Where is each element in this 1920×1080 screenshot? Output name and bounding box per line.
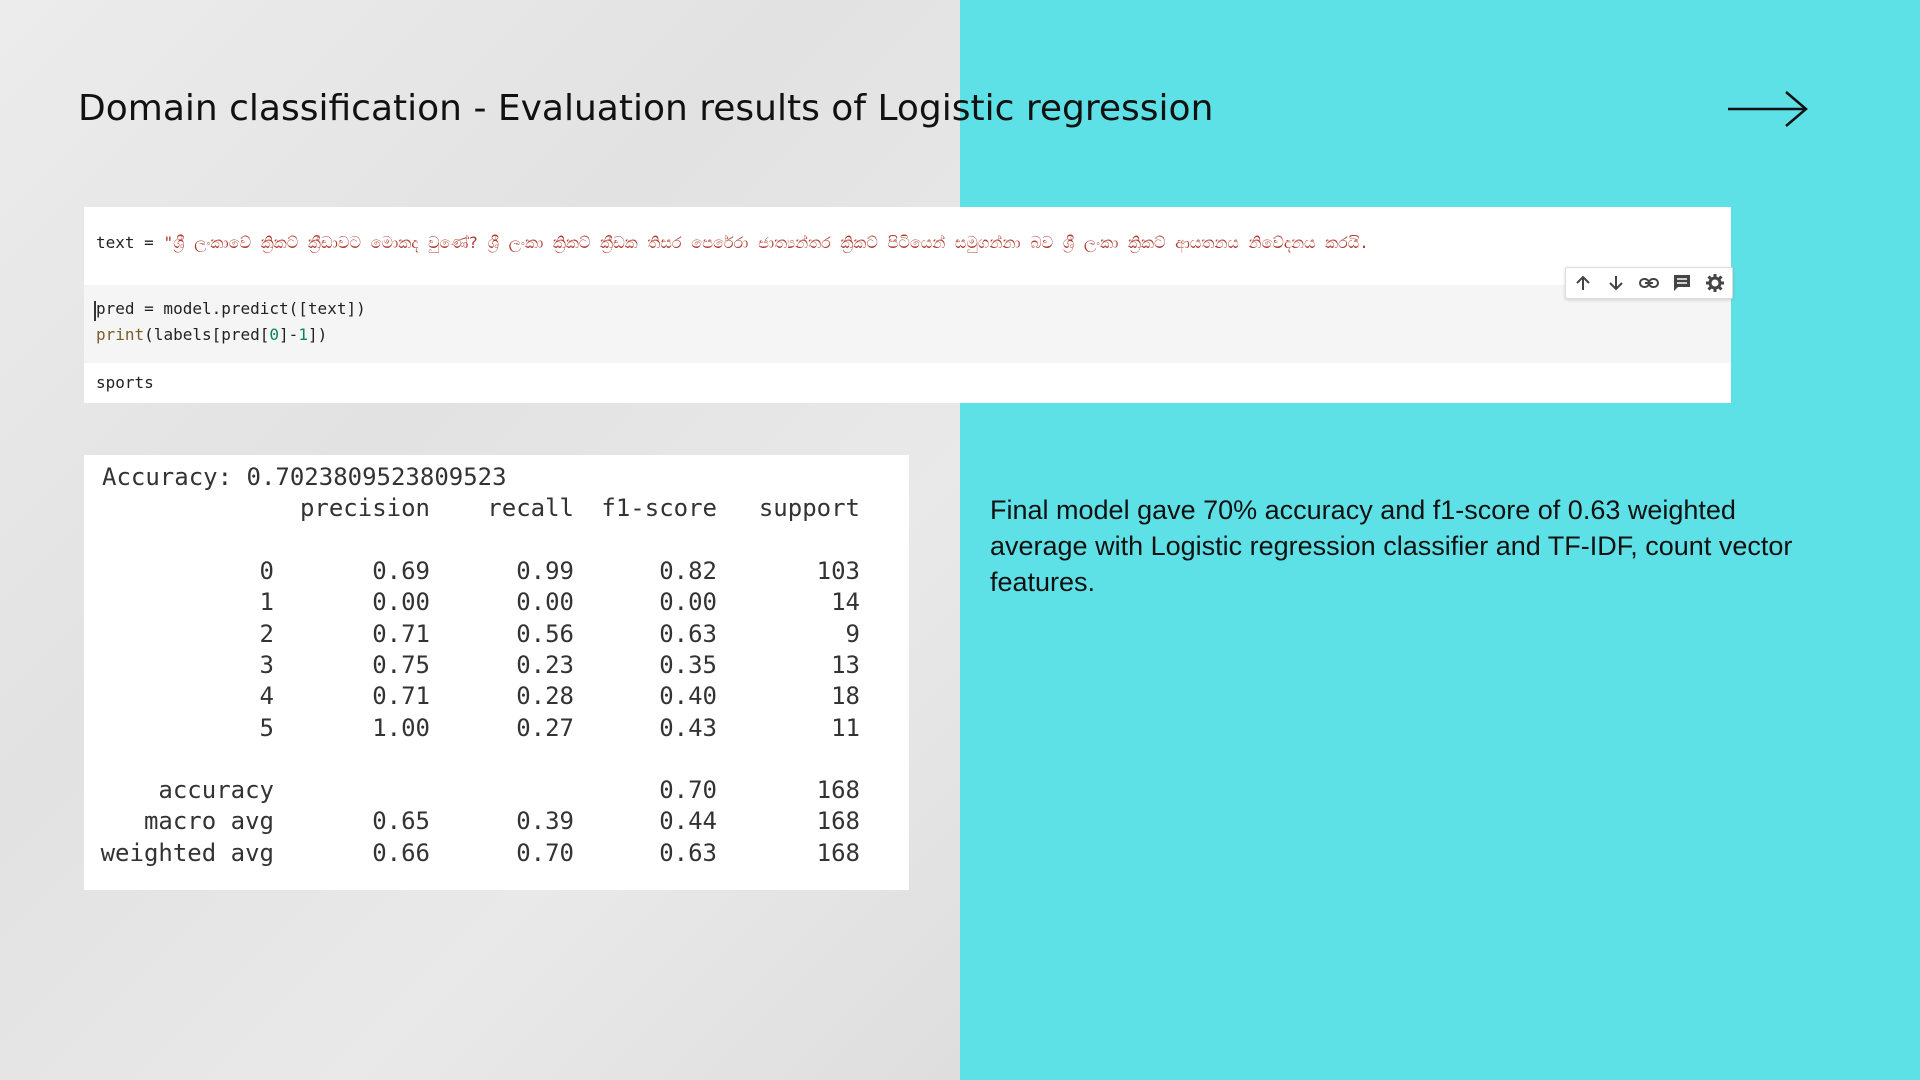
code-cell[interactable]: pred = model.predict([text]) print(label…	[84, 285, 1731, 363]
table-cell: 0.00	[659, 588, 717, 617]
table-cell: 103	[816, 557, 860, 585]
table-cell: 13	[831, 650, 860, 679]
table-cell: 0.63	[659, 838, 717, 867]
code-number-1: 1	[298, 325, 308, 344]
table-cell: 0.65	[372, 807, 430, 836]
table-cell: 0.40	[659, 682, 717, 711]
column-header: precision	[299, 494, 430, 522]
row-label: 1	[259, 588, 274, 617]
text-string-value: "ශ්‍රී ලංකාවේ ක්‍රිකට් ක්‍රීඩාවට මොකද වු…	[163, 233, 1369, 252]
row-label: accuracy	[158, 776, 274, 804]
table-cell: 0.63	[659, 619, 717, 648]
row-label: 4	[259, 682, 274, 711]
table-cell: 168	[816, 807, 860, 836]
row-label: 3	[259, 650, 274, 679]
table-cell: 168	[816, 838, 860, 867]
row-label: weighted avg	[100, 838, 274, 867]
link-icon[interactable]	[1637, 271, 1661, 295]
classification-report: Accuracy: 0.7023809523809523 precision re…	[84, 455, 909, 890]
arrow-down-icon[interactable]	[1604, 271, 1628, 295]
notebook-screenshot: text = "ශ්‍රී ලංකාවේ ක්‍රිකට් ක්‍රීඩාවට …	[84, 207, 1733, 403]
table-cell: 0.70	[659, 776, 717, 804]
table-cell: 0.71	[372, 682, 430, 711]
code-line-1: pred = model.predict([text])	[96, 299, 366, 318]
long-arrow-right-icon[interactable]	[1722, 86, 1812, 132]
summary-text: Final model gave 70% accuracy and f1-sco…	[990, 495, 1793, 597]
table-cell: 0.27	[516, 713, 574, 742]
column-header: recall	[487, 494, 574, 522]
table-cell: 0.56	[516, 619, 574, 648]
table-cell: 11	[831, 713, 860, 742]
table-cell: 0.00	[516, 588, 574, 617]
code-fragment-a: (labels[pred[	[144, 325, 270, 344]
code-number-0: 0	[269, 325, 280, 344]
table-cell: 0.39	[516, 807, 574, 836]
arrow-up-icon[interactable]	[1571, 271, 1595, 295]
slide-title: Domain classification - Evaluation resul…	[78, 88, 1214, 129]
code-line-2: print(labels[pred[0]-1])	[96, 325, 327, 344]
code-fragment-c: ])	[307, 325, 328, 344]
accuracy-line: Accuracy: 0.7023809523809523	[102, 463, 507, 491]
gear-icon[interactable]	[1703, 271, 1727, 295]
print-keyword: print	[96, 325, 145, 344]
table-cell: 0.43	[659, 713, 717, 742]
table-cell: 0.35	[659, 650, 717, 679]
table-cell: 9	[845, 619, 860, 648]
text-assignment-line: text = "ශ්‍රී ලංකාවේ ක්‍රිකට් ක්‍රීඩාවට …	[96, 233, 1726, 253]
table-cell: 0.69	[372, 557, 430, 585]
row-label: 5	[259, 713, 274, 742]
table-cell: 0.23	[516, 650, 574, 679]
table-cell: 0.75	[372, 650, 430, 679]
code-fragment-b: ]-	[279, 325, 299, 344]
row-label: 2	[259, 619, 274, 648]
row-label: 0	[259, 557, 274, 585]
table-cell: 0.71	[372, 619, 430, 648]
table-cell: 18	[831, 682, 860, 711]
column-header: f1-score	[601, 494, 717, 522]
table-cell: 1.00	[372, 713, 430, 742]
table-cell: 14	[831, 588, 860, 617]
table-cell: 0.82	[659, 557, 717, 585]
comment-icon[interactable]	[1670, 271, 1694, 295]
table-cell: 0.99	[516, 557, 574, 585]
table-cell: 0.44	[659, 807, 717, 836]
table-cell: 168	[816, 776, 860, 804]
table-cell: 0.66	[372, 838, 430, 867]
row-label: macro avg	[143, 807, 274, 836]
table-cell: 0.28	[516, 682, 574, 711]
cell-toolbar	[1565, 267, 1733, 299]
text-var-label: text =	[96, 233, 164, 252]
column-header: support	[758, 494, 860, 522]
table-cell: 0.00	[372, 588, 430, 617]
cell-output: sports	[96, 373, 154, 392]
table-cell: 0.70	[516, 838, 574, 867]
